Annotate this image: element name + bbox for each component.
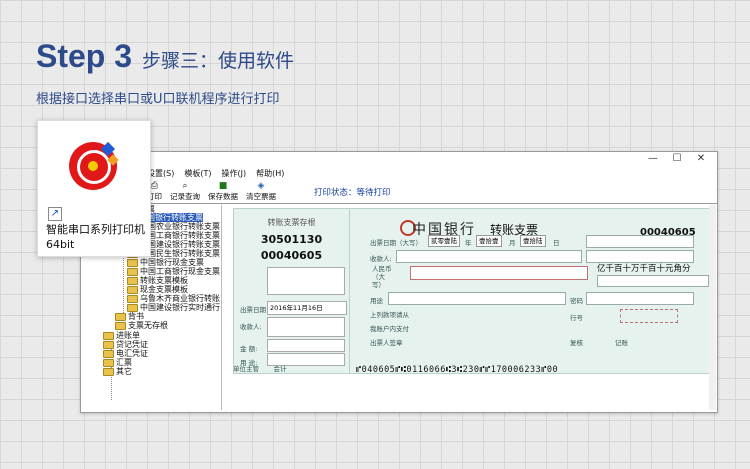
tree-item-endorse[interactable]: 背书 xyxy=(115,312,144,321)
folder-icon xyxy=(115,321,126,330)
folder-icon xyxy=(127,285,138,294)
menu-template[interactable]: 模板(T) xyxy=(184,168,211,179)
stub-amount-field[interactable] xyxy=(267,339,345,352)
folder-icon xyxy=(103,367,114,376)
instruction-text: 根据接口选择串口或U口联机程序进行打印 xyxy=(36,92,280,107)
folder-icon xyxy=(127,303,138,312)
payer-bank-field[interactable] xyxy=(586,235,694,248)
stub-extra-field[interactable] xyxy=(267,267,345,295)
tree-item-no-stub[interactable]: 支票无存根 xyxy=(115,321,168,330)
date-month-field[interactable]: 壹拾壹 xyxy=(476,235,502,247)
tree-group[interactable]: 其它 xyxy=(103,367,132,376)
folder-icon xyxy=(103,358,114,367)
desktop-shortcut-card[interactable]: ↗ 智能串口系列打印机64bit xyxy=(37,120,151,257)
payee-field[interactable] xyxy=(396,250,582,263)
tree-group[interactable]: 贷记凭证 xyxy=(103,340,148,349)
tree-group[interactable]: 进账单 xyxy=(103,331,140,340)
menu-help[interactable]: 帮助(H) xyxy=(256,168,284,179)
print-icon: ⎙ xyxy=(150,181,159,191)
folder-icon xyxy=(127,294,138,303)
micr-line: ⑈040605⑈⑆0116066⑆3⑆230⑈⑈170006233⑈00 xyxy=(356,365,559,375)
record-query-button[interactable]: ⌕ 记录查询 xyxy=(170,181,200,202)
folder-icon xyxy=(127,267,138,276)
stub-title: 转账支票存根 xyxy=(267,218,316,227)
close-icon[interactable]: ✕ xyxy=(689,152,713,166)
shortcut-label: 智能串口系列打印机64bit xyxy=(46,223,145,251)
folder-icon xyxy=(103,340,114,349)
check-stub: 转账支票存根 30501130 00040605 出票日期 2016年11月16… xyxy=(233,208,350,374)
tree-item[interactable]: 转账支票模板 xyxy=(127,276,188,285)
clear-ticket-button[interactable]: ◈ 清空票据 xyxy=(246,181,276,202)
save-icon: ■ xyxy=(218,181,228,191)
tree-group[interactable]: 电汇凭证 xyxy=(103,349,148,358)
folder-icon xyxy=(115,312,126,321)
date-year-field[interactable]: 贰零壹陆 xyxy=(428,235,460,247)
printer-app-icon xyxy=(69,141,119,190)
clear-icon: ◈ xyxy=(257,181,265,191)
menu-bar: 设置(S) 模板(T) 操作(J) 帮助(H) xyxy=(81,166,717,180)
tree-item[interactable]: 乌鲁木齐商业银行转账 xyxy=(127,294,220,303)
tree-group[interactable]: 汇票 xyxy=(103,358,132,367)
menu-operation[interactable]: 操作(J) xyxy=(221,168,246,179)
stub-code: 30501130 xyxy=(260,233,323,246)
folder-icon xyxy=(127,258,138,267)
tree-item[interactable]: 中国工商银行现金支票 xyxy=(127,267,220,276)
stub-number: 00040605 xyxy=(260,249,323,262)
step-title: Step 3 xyxy=(36,38,133,74)
printer-app-window: — ☐ ✕ 设置(S) 模板(T) 操作(J) 帮助(H) ⎙ 打印 ⌕ 记录查… xyxy=(80,151,718,413)
check-form: 中国银行 转账支票 00040605 出票日期（大写） 贰零壹陆 年 壹拾壹 月… xyxy=(349,208,713,374)
maximize-icon[interactable]: ☐ xyxy=(665,152,689,166)
folder-icon xyxy=(127,276,138,285)
date-day-field[interactable]: 壹拾陆 xyxy=(520,235,546,247)
usage-field[interactable] xyxy=(388,292,566,305)
stub-payee-field[interactable] xyxy=(267,317,345,337)
heading: Step 3 步骤三：使用软件 xyxy=(36,38,294,75)
tree-item[interactable]: 中国银行现金支票 xyxy=(127,258,204,267)
menu-settings[interactable]: 设置(S) xyxy=(147,168,174,179)
vertical-scrollbar[interactable] xyxy=(709,205,716,410)
bank-stamp xyxy=(620,309,678,323)
toolbar: ⎙ 打印 ⌕ 记录查询 ■ 保存数据 ◈ 清空票据 打印状态：等待打印 xyxy=(147,180,713,202)
folder-icon xyxy=(103,331,114,340)
minimize-icon[interactable]: — xyxy=(641,152,665,166)
title-bar: — ☐ ✕ xyxy=(81,152,717,166)
save-data-button[interactable]: ■ 保存数据 xyxy=(208,181,238,202)
shortcut-arrow-icon: ↗ xyxy=(48,207,62,221)
tree-item[interactable]: 现金支票模板 xyxy=(127,285,188,294)
password-field[interactable] xyxy=(586,292,694,305)
amount-units: 亿千百十万千百十元角分 xyxy=(597,264,691,274)
search-icon: ⌕ xyxy=(182,181,188,191)
tree-item[interactable]: 中国建设银行实时通行 xyxy=(127,303,220,312)
amount-digits-field[interactable] xyxy=(597,275,709,287)
folder-icon xyxy=(103,349,114,358)
step-subtitle: 步骤三：使用软件 xyxy=(142,50,295,72)
amount-words-field[interactable] xyxy=(410,266,588,280)
print-status: 打印状态：等待打印 xyxy=(314,188,391,198)
stub-date-field[interactable]: 2016年11月16日 xyxy=(267,301,347,315)
